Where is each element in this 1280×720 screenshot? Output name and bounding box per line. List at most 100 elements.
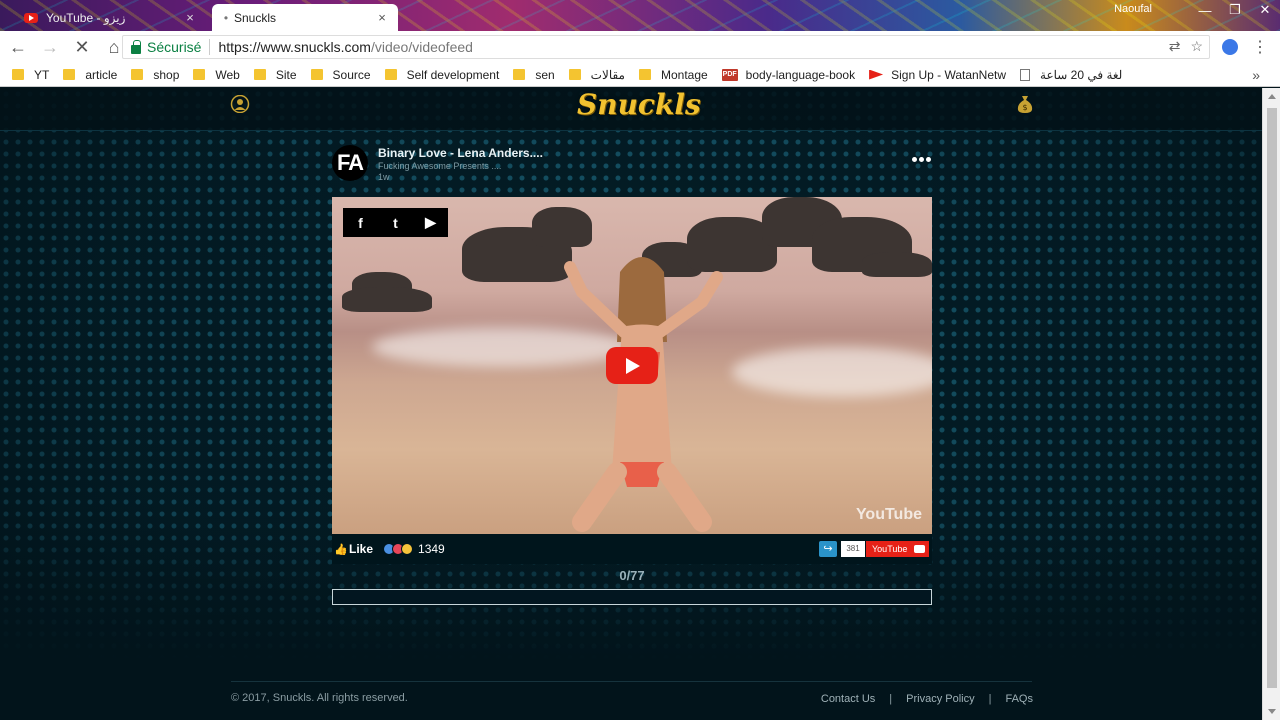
bookmark-label: article bbox=[85, 67, 118, 82]
url-host[interactable]: https://www.snuckls.com bbox=[218, 39, 371, 55]
browser-toolbar: ← → ✕ ⌂ Sécurisé https://www.snuckls.com… bbox=[0, 31, 1280, 63]
omnibox-actions: ⇄ ☆ bbox=[1169, 38, 1203, 55]
post-time: 1w bbox=[378, 172, 390, 182]
post-header: FA Binary Love - Lena Anders.... Fucking… bbox=[332, 143, 932, 188]
youtube-subscribe-button[interactable]: YouTube bbox=[866, 541, 929, 557]
copyright: © 2017, Snuckls. All rights reserved. bbox=[231, 692, 408, 704]
wow-reaction-icon bbox=[401, 543, 414, 555]
bookmark-item[interactable]: YT bbox=[12, 68, 49, 82]
video-player[interactable]: f t ▶ YouTube bbox=[332, 197, 932, 534]
bookmark-item[interactable]: article bbox=[63, 68, 117, 82]
faqs-link[interactable]: FAQs bbox=[1005, 693, 1033, 705]
post-title[interactable]: Binary Love - Lena Anders.... bbox=[378, 146, 543, 160]
footer-links: Contact Us | Privacy Policy | FAQs bbox=[821, 693, 1033, 705]
post-subtitle: Fucking Awesome Presents .... bbox=[378, 161, 502, 171]
play-button[interactable] bbox=[606, 347, 658, 384]
profile-name[interactable]: Naoufal bbox=[1114, 3, 1152, 15]
bookmark-label: Web bbox=[215, 67, 240, 82]
extension-icon[interactable] bbox=[1222, 39, 1238, 55]
channel-avatar[interactable]: FA bbox=[332, 145, 368, 181]
reaction-count: 1349 bbox=[418, 542, 445, 556]
bookmark-item[interactable]: مقالات bbox=[568, 67, 625, 82]
bookmark-star-icon[interactable]: ☆ bbox=[1190, 38, 1203, 55]
document-icon bbox=[1020, 68, 1031, 81]
bookmark-label: Montage bbox=[660, 67, 708, 82]
tab-title: Snuckls bbox=[234, 10, 277, 25]
site-logo[interactable]: Snuckls bbox=[577, 88, 701, 121]
bookmark-item[interactable]: Source bbox=[310, 67, 371, 82]
page-scrollbar[interactable] bbox=[1262, 88, 1280, 720]
youtube-button-label: YouTube bbox=[872, 544, 908, 554]
bookmark-label: Source bbox=[332, 67, 371, 82]
scroll-down-arrow-icon[interactable] bbox=[1268, 709, 1276, 714]
bookmark-item[interactable]: sen bbox=[513, 67, 555, 82]
progress-bar bbox=[332, 589, 932, 605]
folder-icon bbox=[513, 69, 526, 80]
bookmark-item[interactable]: Web bbox=[193, 67, 240, 82]
tab-title: YouTube - زيزو bbox=[46, 10, 126, 25]
stop-button[interactable]: ✕ bbox=[68, 33, 96, 61]
scroll-up-arrow-icon[interactable] bbox=[1268, 94, 1276, 99]
footer-divider bbox=[231, 681, 1032, 682]
youtube-icon bbox=[869, 69, 884, 80]
back-button[interactable]: ← bbox=[4, 33, 32, 61]
bookmark-label: sen bbox=[535, 67, 555, 82]
tab-close-button[interactable]: × bbox=[182, 10, 198, 25]
youtube-share-icon[interactable]: ▶ bbox=[416, 214, 446, 231]
maximize-button[interactable]: ❐ bbox=[1220, 0, 1250, 20]
bookmark-item[interactable]: PDF body-language-book bbox=[721, 68, 855, 82]
scrollbar-thumb[interactable] bbox=[1267, 108, 1277, 688]
bookmark-item[interactable]: لغة في 20 ساعة bbox=[1020, 68, 1122, 82]
post-actions: 👍 Like 1349 ↪ 381 YouTube bbox=[332, 534, 932, 564]
bookmarks-overflow-button[interactable]: » bbox=[1252, 67, 1260, 83]
tab-snuckls[interactable]: • Snuckls × bbox=[212, 4, 398, 31]
contact-us-link[interactable]: Contact Us bbox=[821, 693, 875, 705]
folder-icon bbox=[12, 69, 24, 80]
translate-icon[interactable]: ⇄ bbox=[1169, 38, 1181, 55]
twitter-share-icon[interactable]: t bbox=[381, 215, 411, 231]
bookmark-label: Self development bbox=[406, 67, 500, 82]
subscriber-count: 381 bbox=[841, 541, 865, 557]
security-label[interactable]: Sécurisé bbox=[147, 39, 201, 55]
separator: | bbox=[889, 693, 893, 705]
page-content: Snuckls $ FA Binary Love - Lena Anders..… bbox=[0, 88, 1262, 720]
window-controls: — ❐ ✕ bbox=[1190, 0, 1280, 20]
bookmark-label: مقالات bbox=[590, 67, 625, 82]
folder-icon bbox=[384, 69, 397, 80]
pdf-icon: PDF bbox=[721, 68, 738, 81]
facebook-share-icon[interactable]: f bbox=[346, 215, 376, 231]
tab-strip: YouTube - زيزو × • Snuckls × Naoufal — ❐… bbox=[0, 0, 1280, 31]
bookmark-label: YT bbox=[34, 67, 50, 82]
folder-icon bbox=[63, 69, 76, 80]
folder-icon bbox=[253, 69, 266, 80]
youtube-watermark[interactable]: YouTube bbox=[856, 506, 922, 524]
bookmark-item[interactable]: shop bbox=[131, 68, 179, 82]
tab-close-button[interactable]: × bbox=[374, 10, 390, 25]
bookmark-item[interactable]: Self development bbox=[384, 67, 500, 82]
menu-icon[interactable]: ⋮ bbox=[1252, 37, 1268, 57]
privacy-policy-link[interactable]: Privacy Policy bbox=[906, 693, 974, 705]
like-button[interactable]: Like bbox=[349, 542, 373, 556]
reaction-icons[interactable] bbox=[383, 543, 414, 555]
forward-button[interactable]: → bbox=[36, 33, 64, 61]
youtube-logo-icon bbox=[914, 545, 925, 553]
separator: | bbox=[988, 693, 992, 705]
money-bag-icon[interactable]: $ bbox=[1017, 94, 1033, 114]
minimize-button[interactable]: — bbox=[1190, 0, 1220, 20]
bookmark-label: Site bbox=[275, 67, 297, 82]
thumbs-up-icon[interactable]: 👍 bbox=[334, 543, 348, 556]
bookmark-item[interactable]: Montage bbox=[638, 67, 708, 82]
user-profile-icon[interactable] bbox=[230, 95, 250, 113]
bookmark-item[interactable]: Site bbox=[253, 67, 297, 82]
youtube-favicon-icon bbox=[24, 12, 38, 23]
address-bar[interactable]: Sécurisé https://www.snuckls.com /video/… bbox=[122, 35, 1210, 59]
loading-icon: • bbox=[223, 10, 229, 25]
tab-youtube[interactable]: YouTube - زيزو × bbox=[10, 4, 206, 31]
more-options-icon[interactable] bbox=[912, 157, 932, 163]
close-window-button[interactable]: ✕ bbox=[1250, 0, 1280, 20]
url-path[interactable]: /video/videofeed bbox=[371, 39, 473, 55]
progress-counter: 0/77 bbox=[619, 568, 645, 583]
bookmark-item[interactable]: Sign Up - WatanNetw bbox=[869, 68, 1006, 82]
share-icon[interactable]: ↪ bbox=[819, 541, 837, 557]
bookmark-label: Sign Up - WatanNetw bbox=[891, 67, 1007, 82]
